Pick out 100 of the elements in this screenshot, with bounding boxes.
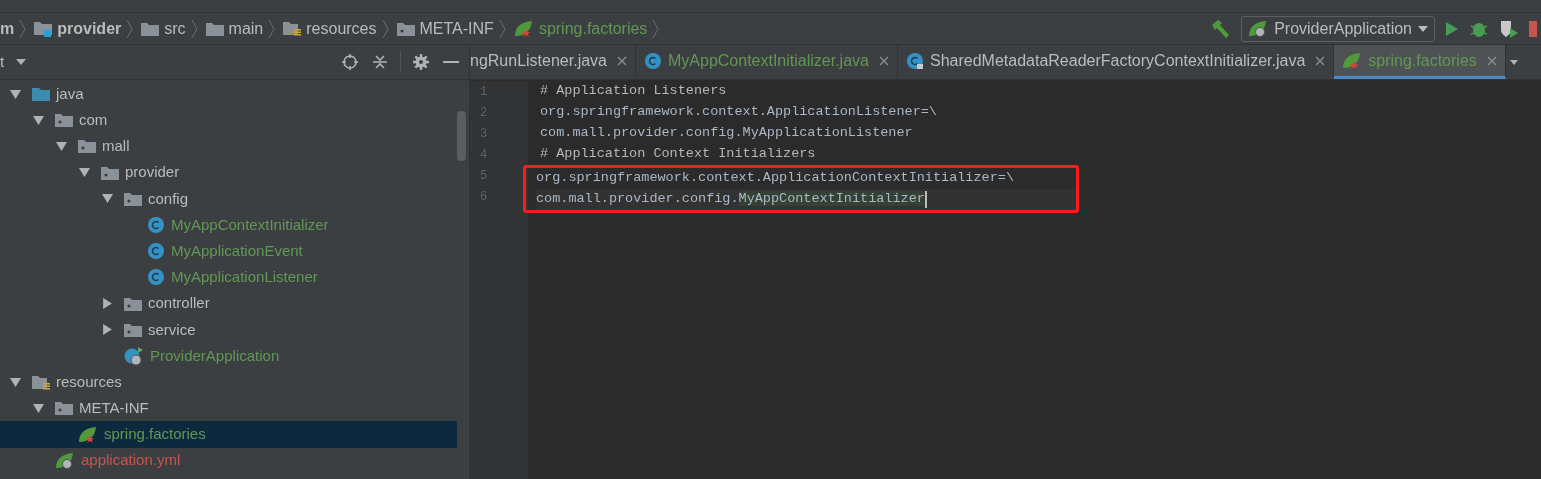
- close-icon[interactable]: [878, 55, 889, 66]
- spring-boot-leaf-icon: [1248, 19, 1269, 38]
- folder-icon: [141, 21, 160, 36]
- text-cursor: [924, 191, 927, 208]
- collapsed-arrow-icon[interactable]: [102, 324, 113, 336]
- tree-item[interactable]: provider: [0, 159, 457, 186]
- tree-item[interactable]: MyApplicationListener: [0, 264, 457, 291]
- code-comment: # Application Listeners: [540, 82, 727, 101]
- package-folder-icon: [55, 401, 73, 416]
- resources-folder-icon: [283, 21, 302, 36]
- package-folder-icon: [124, 191, 142, 206]
- breadcrumb[interactable]: META-INF: [392, 16, 510, 41]
- panel-title[interactable]: t: [0, 50, 5, 74]
- tree-item-label: service: [148, 319, 196, 340]
- tree-item[interactable]: mall: [0, 133, 457, 160]
- spring-boot-leaf-icon: [55, 451, 75, 470]
- settings-icon[interactable]: [413, 54, 429, 70]
- locate-icon[interactable]: [342, 54, 358, 70]
- tree-item-label: java: [56, 83, 84, 104]
- spring-leaf-icon: [1342, 51, 1363, 70]
- caret-icon[interactable]: [16, 59, 27, 65]
- tree-item[interactable]: ProviderApplication: [0, 342, 457, 370]
- close-icon[interactable]: [617, 55, 627, 66]
- chevron-icon: [652, 18, 660, 39]
- expanded-arrow-icon[interactable]: [10, 376, 21, 388]
- module-folder-icon: [34, 20, 53, 37]
- tree-item-label: spring.factories: [104, 424, 206, 445]
- expanded-arrow-icon[interactable]: [33, 114, 44, 126]
- breadcrumb[interactable]: resources: [279, 16, 393, 41]
- chevron-icon: [381, 18, 389, 39]
- tree-item-label: mall: [102, 136, 130, 157]
- close-icon[interactable]: [1315, 55, 1326, 66]
- run-configuration-dropdown[interactable]: ProviderApplication: [1241, 15, 1435, 42]
- chevron-icon: [19, 18, 27, 39]
- tree-item[interactable]: java: [0, 81, 457, 108]
- breadcrumb[interactable]: src: [137, 16, 202, 41]
- folder-icon: [32, 87, 50, 102]
- stop-icon[interactable]: [1529, 20, 1537, 37]
- expanded-arrow-icon[interactable]: [102, 193, 113, 205]
- scrollbar[interactable]: [457, 111, 466, 161]
- package-folder-icon: [124, 322, 142, 337]
- code-line: org.springframework.context.ApplicationContextInitializer=\: [536, 169, 1014, 188]
- code-line: org.springframework.context.ApplicationListener=\: [540, 103, 937, 122]
- package-folder-icon: [124, 296, 142, 311]
- spring-app-class-icon: [124, 345, 144, 366]
- resources-folder-icon: [32, 374, 50, 390]
- spring-leaf-icon: [513, 19, 534, 38]
- tree-item[interactable]: MyAppContextInitializer: [0, 211, 457, 239]
- editor-tab[interactable]: MyAppContextInitializer.java: [636, 45, 898, 79]
- class-icon: [147, 242, 165, 261]
- expanded-arrow-icon[interactable]: [79, 167, 90, 179]
- tree-item-label: MyApplicationListener: [171, 267, 318, 288]
- tree-item[interactable]: resources: [0, 369, 457, 396]
- expanded-arrow-icon[interactable]: [56, 140, 67, 152]
- tree-item[interactable]: com: [0, 107, 457, 134]
- expanded-arrow-icon[interactable]: [10, 88, 21, 100]
- collapse-all-icon[interactable]: [372, 54, 388, 70]
- expanded-arrow-icon[interactable]: [33, 402, 44, 414]
- chevron-icon: [498, 18, 506, 39]
- minimize-icon[interactable]: [443, 60, 459, 64]
- folder-icon: [205, 21, 224, 36]
- editor-tab[interactable]: ngRunListener.java: [470, 45, 636, 79]
- breadcrumb[interactable]: spring.factories: [509, 16, 664, 41]
- package-folder-icon: [55, 113, 73, 128]
- tree-item-label: com: [79, 110, 108, 131]
- tree-item-label: META-INF: [79, 398, 149, 419]
- tree-item-label: application.yml: [81, 450, 181, 471]
- locked-class-icon: [905, 51, 924, 70]
- breadcrumb[interactable]: provider: [30, 16, 138, 41]
- tree-item-label: provider: [125, 162, 180, 183]
- tree-item-label: controller: [148, 293, 210, 314]
- tree-item[interactable]: service: [0, 316, 457, 343]
- class-icon: [147, 268, 165, 287]
- tree-item-label: MyAppContextInitializer: [171, 214, 329, 235]
- chevron-icon: [126, 18, 134, 39]
- tree-item[interactable]: config: [0, 185, 457, 212]
- package-folder-icon: [78, 139, 96, 154]
- tab-overflow-icon[interactable]: [1509, 59, 1518, 65]
- chevron-icon: [190, 18, 198, 39]
- package-folder-icon: [396, 21, 415, 36]
- breadcrumb[interactable]: main: [201, 16, 280, 41]
- shield-run-icon[interactable]: [1499, 18, 1519, 39]
- code-line: com.mall.provider.config.MyAppContextInitializer: [536, 190, 925, 209]
- class-icon: [644, 51, 662, 70]
- breadcrumb[interactable]: m: [0, 16, 31, 41]
- tree-item-label: resources: [56, 371, 122, 392]
- tree-item[interactable]: META-INF: [0, 395, 457, 422]
- caret-icon: [1418, 25, 1428, 32]
- code-comment: # Application Context Initializers: [540, 145, 816, 164]
- tree-item-label: ProviderApplication: [150, 345, 280, 366]
- tree-item-label: MyApplicationEvent: [171, 240, 303, 261]
- chevron-icon: [268, 18, 276, 39]
- tree-item[interactable]: spring.factories: [0, 421, 457, 448]
- tree-item[interactable]: controller: [0, 290, 457, 317]
- spring-leaf-icon: [78, 425, 98, 444]
- run-icon[interactable]: [1445, 20, 1459, 37]
- code-line: com.mall.provider.config.MyApplicationListener: [540, 124, 913, 143]
- hammer-icon[interactable]: [1209, 17, 1232, 40]
- collapsed-arrow-icon[interactable]: [102, 298, 113, 310]
- tree-item[interactable]: MyApplicationEvent: [0, 238, 457, 265]
